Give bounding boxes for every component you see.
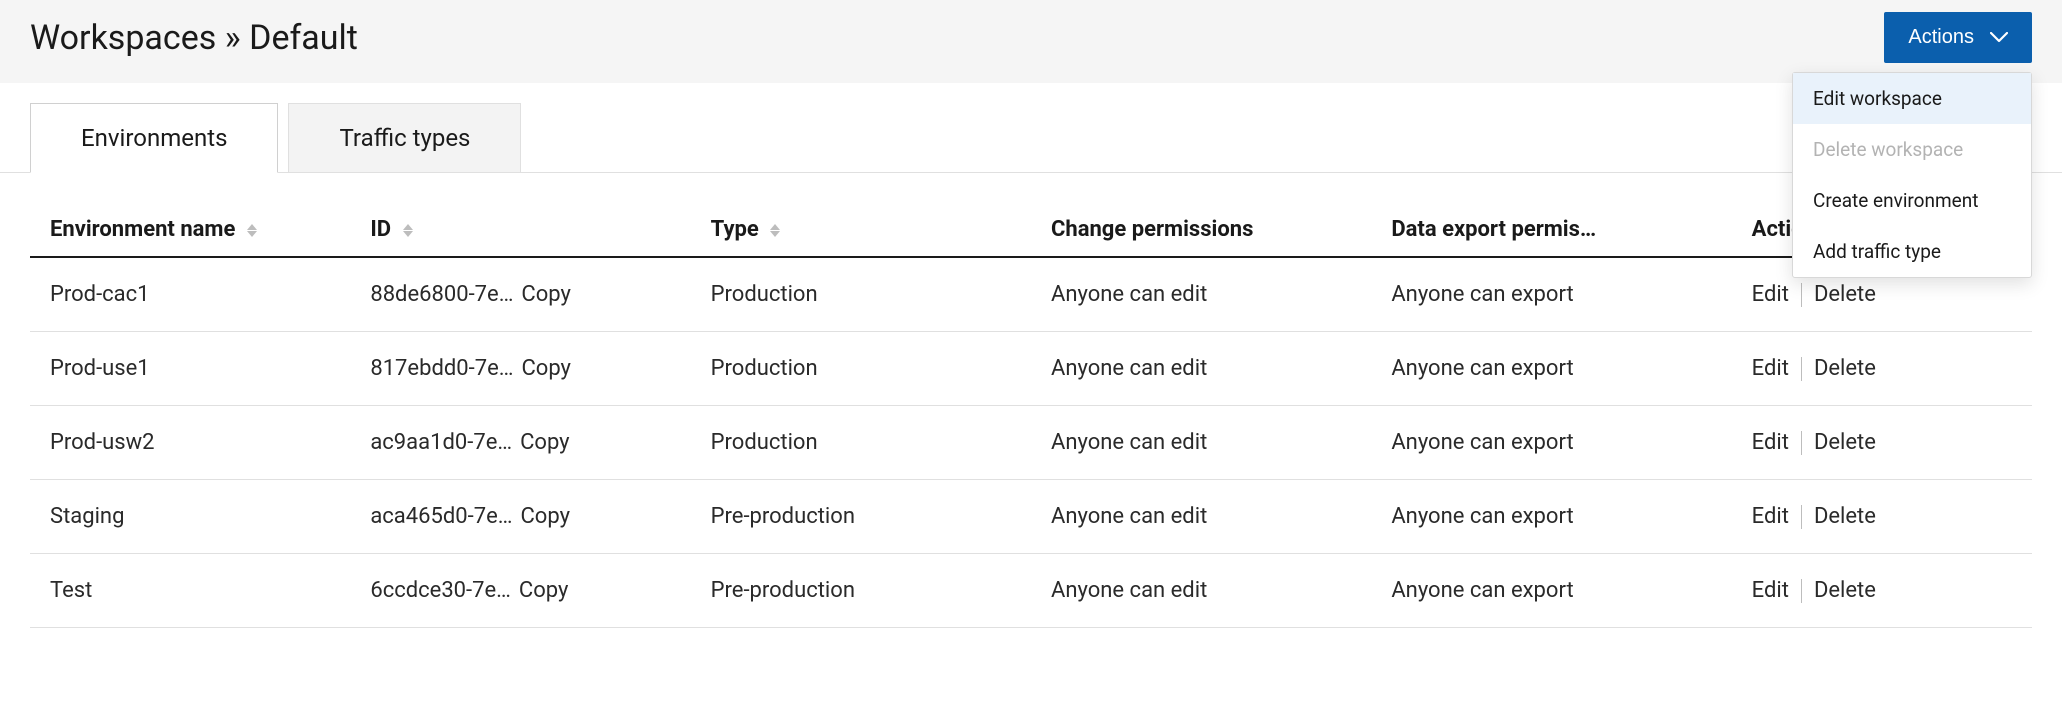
divider xyxy=(1801,431,1802,455)
header-id-label: ID xyxy=(370,217,391,242)
cell-id: 6ccdce30-7e… Copy xyxy=(370,554,710,628)
edit-button[interactable]: Edit xyxy=(1752,430,1789,455)
table-header-row: Environment name ID Type Change permissi… xyxy=(30,203,2032,257)
copy-button[interactable]: Copy xyxy=(519,578,569,603)
dropdown-item[interactable]: Add traffic type xyxy=(1793,226,2031,277)
table-row: Prod-usw2ac9aa1d0-7e…CopyProductionAnyon… xyxy=(30,406,2032,480)
cell-export-permissions: Anyone can export xyxy=(1391,554,1751,628)
cell-id: 817ebdd0-7e… Copy xyxy=(370,332,710,406)
delete-button[interactable]: Delete xyxy=(1814,504,1876,529)
cell-type: Pre-production xyxy=(711,480,1051,554)
table-row: Stagingaca465d0-7e…CopyPre-productionAny… xyxy=(30,480,2032,554)
tab[interactable]: Traffic types xyxy=(288,103,521,172)
header-environment-name[interactable]: Environment name xyxy=(30,203,370,257)
cell-actions: Edit Delete xyxy=(1752,554,2032,628)
breadcrumb-separator: » xyxy=(225,18,241,58)
tab[interactable]: Environments xyxy=(30,103,278,173)
header-bar: Workspaces » Default Actions Edit worksp… xyxy=(0,0,2062,83)
delete-button[interactable]: Delete xyxy=(1814,356,1876,381)
cell-type: Production xyxy=(711,332,1051,406)
cell-export-permissions: Anyone can export xyxy=(1391,406,1751,480)
sort-icon xyxy=(403,224,413,237)
edit-button[interactable]: Edit xyxy=(1752,356,1789,381)
header-type[interactable]: Type xyxy=(711,203,1051,257)
copy-button[interactable]: Copy xyxy=(520,430,570,455)
id-text: aca465d0-7e… xyxy=(370,504,512,529)
cell-change-permissions: Anyone can edit xyxy=(1051,554,1391,628)
environments-table: Environment name ID Type Change permissi… xyxy=(30,203,2032,628)
id-text: 88de6800-7e… xyxy=(370,282,513,307)
divider xyxy=(1801,579,1802,603)
cell-environment-name: Prod-usw2 xyxy=(30,406,370,480)
actions-button[interactable]: Actions xyxy=(1884,12,2032,63)
cell-change-permissions: Anyone can edit xyxy=(1051,406,1391,480)
breadcrumb-current: Default xyxy=(249,18,358,58)
cell-actions: Edit Delete xyxy=(1752,332,2032,406)
edit-button[interactable]: Edit xyxy=(1752,578,1789,603)
cell-id: ac9aa1d0-7e… Copy xyxy=(370,406,710,480)
cell-environment-name: Staging xyxy=(30,480,370,554)
divider xyxy=(1801,505,1802,529)
header-data-export-permissions[interactable]: Data export permis… xyxy=(1391,203,1751,257)
dropdown-item: Delete workspace xyxy=(1793,124,2031,175)
id-text: ac9aa1d0-7e… xyxy=(370,430,512,455)
cell-type: Pre-production xyxy=(711,554,1051,628)
header-id[interactable]: ID xyxy=(370,203,710,257)
divider xyxy=(1801,357,1802,381)
edit-button[interactable]: Edit xyxy=(1752,282,1789,307)
delete-button[interactable]: Delete xyxy=(1814,430,1876,455)
header-change-label: Change permissions xyxy=(1051,217,1253,242)
dropdown-item[interactable]: Create environment xyxy=(1793,175,2031,226)
id-text: 6ccdce30-7e… xyxy=(370,578,511,603)
actions-button-label: Actions xyxy=(1908,26,1974,49)
id-text: 817ebdd0-7e… xyxy=(370,356,513,381)
breadcrumb-root[interactable]: Workspaces xyxy=(30,18,216,58)
table-row: Test6ccdce30-7e…CopyPre-productionAnyone… xyxy=(30,554,2032,628)
cell-actions: Edit Delete xyxy=(1752,480,2032,554)
cell-export-permissions: Anyone can export xyxy=(1391,480,1751,554)
table-row: Prod-use1817ebdd0-7e…CopyProductionAnyon… xyxy=(30,332,2032,406)
header-name-label: Environment name xyxy=(50,217,235,242)
sort-icon xyxy=(770,224,780,237)
cell-id: aca465d0-7e… Copy xyxy=(370,480,710,554)
cell-export-permissions: Anyone can export xyxy=(1391,332,1751,406)
cell-change-permissions: Anyone can edit xyxy=(1051,480,1391,554)
delete-button[interactable]: Delete xyxy=(1814,282,1876,307)
cell-environment-name: Prod-use1 xyxy=(30,332,370,406)
cell-change-permissions: Anyone can edit xyxy=(1051,332,1391,406)
cell-environment-name: Prod-cac1 xyxy=(30,257,370,332)
cell-environment-name: Test xyxy=(30,554,370,628)
edit-button[interactable]: Edit xyxy=(1752,504,1789,529)
cell-type: Production xyxy=(711,257,1051,332)
header-export-label: Data export permis… xyxy=(1391,217,1596,242)
cell-change-permissions: Anyone can edit xyxy=(1051,257,1391,332)
copy-button[interactable]: Copy xyxy=(521,356,571,381)
cell-id: 88de6800-7e… Copy xyxy=(370,257,710,332)
header-type-label: Type xyxy=(711,217,759,242)
breadcrumb: Workspaces » Default xyxy=(30,18,358,58)
table-row: Prod-cac188de6800-7e…CopyProductionAnyon… xyxy=(30,257,2032,332)
chevron-down-icon xyxy=(1990,26,2008,49)
cell-export-permissions: Anyone can export xyxy=(1391,257,1751,332)
header-change-permissions[interactable]: Change permissions xyxy=(1051,203,1391,257)
copy-button[interactable]: Copy xyxy=(520,504,570,529)
cell-type: Production xyxy=(711,406,1051,480)
environments-table-container: Environment name ID Type Change permissi… xyxy=(0,203,2062,628)
dropdown-item[interactable]: Edit workspace xyxy=(1793,73,2031,124)
sort-icon xyxy=(247,224,257,237)
copy-button[interactable]: Copy xyxy=(521,282,571,307)
actions-dropdown-menu: Edit workspaceDelete workspaceCreate env… xyxy=(1792,72,2032,278)
tabs: EnvironmentsTraffic types xyxy=(0,103,2062,173)
divider xyxy=(1801,283,1802,307)
cell-actions: Edit Delete xyxy=(1752,406,2032,480)
delete-button[interactable]: Delete xyxy=(1814,578,1876,603)
